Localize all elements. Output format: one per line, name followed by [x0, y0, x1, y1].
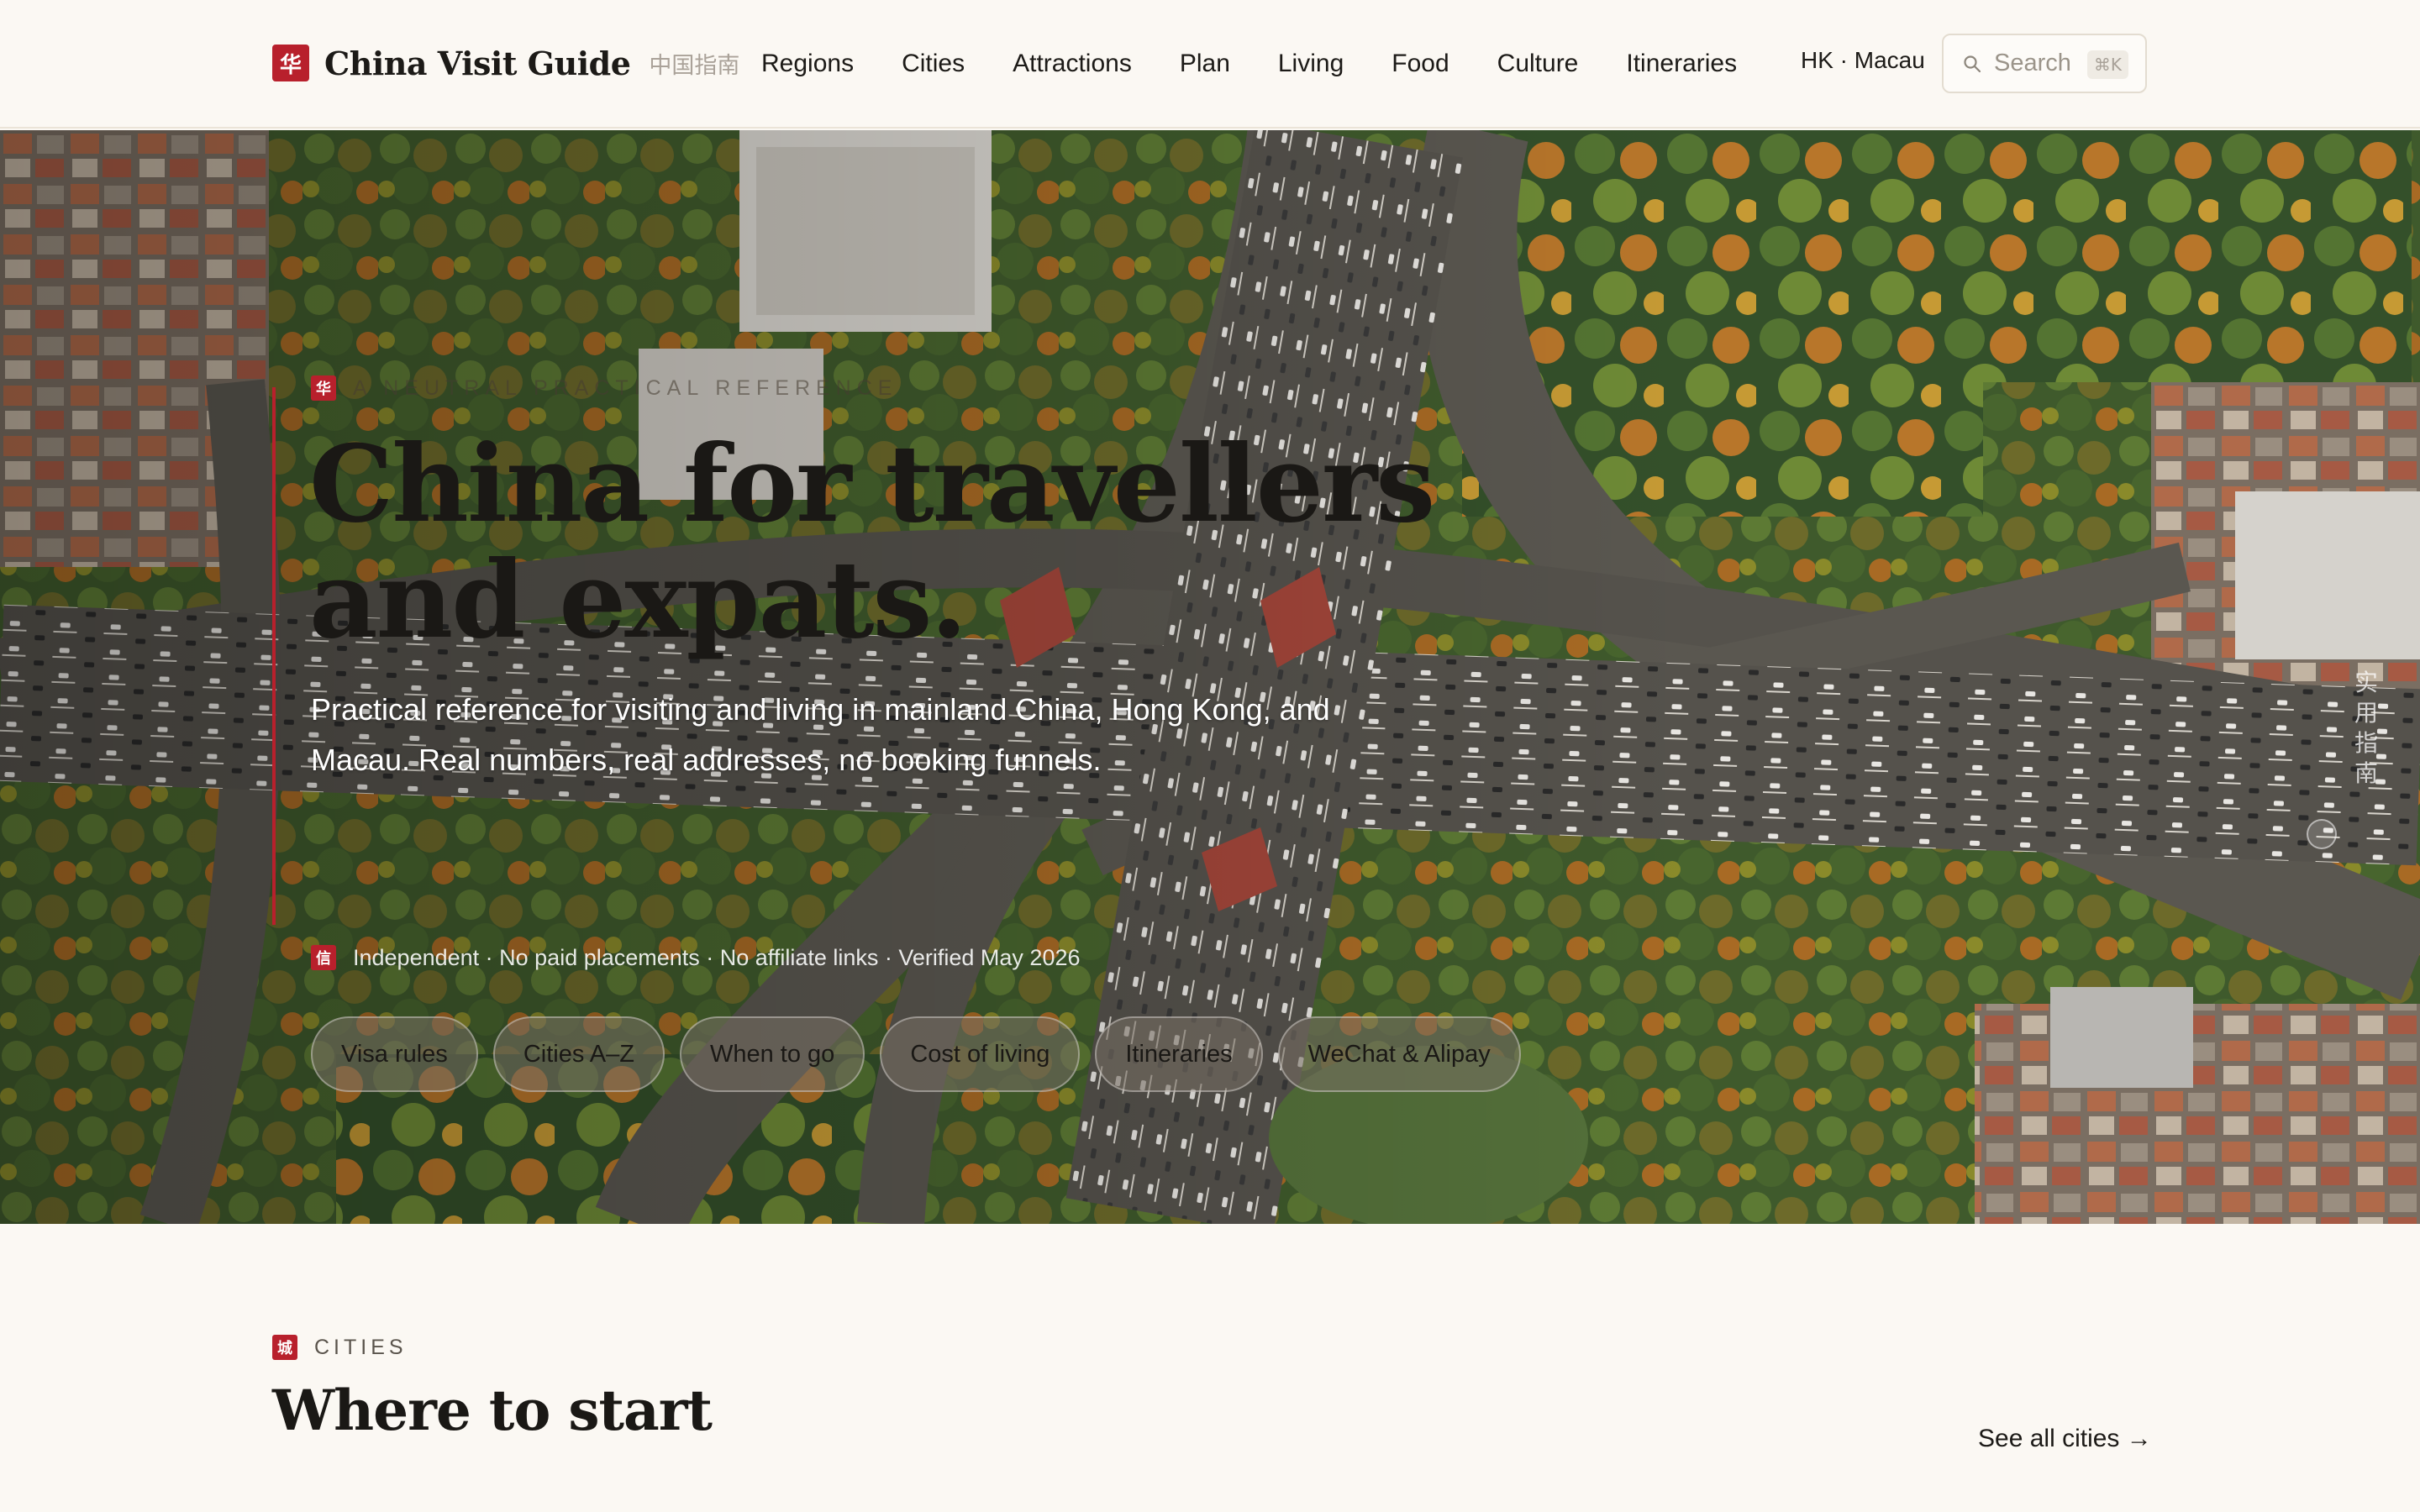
site-header: 华 China Visit Guide 中国指南 Regions Cities … [0, 0, 2420, 129]
main-nav: Regions Cities Attractions Plan Living F… [761, 45, 1737, 82]
search-icon [1964, 55, 1981, 72]
seal-icon: 华 [311, 375, 336, 401]
cities-eyebrow-text: CITIES [314, 1335, 408, 1359]
vertical-chinese-text: 实用指南 [2354, 669, 2378, 787]
hero-eyebrow-text: A NEUTRAL PRACTICAL REFERENCE [353, 375, 898, 400]
see-all-cities-link[interactable]: See all cities → [1978, 1425, 2152, 1453]
cities-seal-icon: 城 [272, 1335, 297, 1360]
quick-links: Visa rules Cities A–Z When to go Cost of… [311, 1016, 1536, 1092]
hero-subtitle: Practical reference for visiting and liv… [311, 692, 1330, 777]
chip-visa-rules[interactable]: Visa rules [311, 1016, 478, 1092]
chip-cost-of-living[interactable]: Cost of living [880, 1016, 1081, 1092]
chip-wechat-alipay[interactable]: WeChat & Alipay [1277, 1016, 1521, 1092]
brand-name[interactable]: China Visit Guide [324, 45, 631, 82]
cities-section-title: Where to start [272, 1378, 713, 1443]
brand-logo[interactable]: 华 China Visit Guide 中国指南 [272, 44, 739, 82]
brand-chinese-name: 中国指南 [649, 52, 740, 79]
search-input[interactable] [1994, 50, 2086, 77]
hero-section: 华 A NEUTRAL PRACTICAL REFERENCE China fo… [0, 130, 2420, 1224]
brand-seal-icon: 华 [272, 45, 309, 81]
trust-seal-icon: 信 [311, 945, 336, 970]
nav-living[interactable]: Living [1278, 50, 1344, 78]
hero-eyebrow: 华 A NEUTRAL PRACTICAL REFERENCE [311, 374, 897, 402]
nav-attractions[interactable]: Attractions [1013, 50, 1132, 78]
chip-cities-a-z[interactable]: Cities A–Z [492, 1016, 665, 1092]
nav-plan[interactable]: Plan [1180, 50, 1230, 78]
nav-food[interactable]: Food [1392, 50, 1449, 78]
nav-regions[interactable]: Regions [761, 50, 854, 78]
search-shortcut-badge: ⌘K [2086, 50, 2128, 79]
nav-itineraries[interactable]: Itineraries [1626, 50, 1737, 78]
chip-when-to-go[interactable]: When to go [679, 1016, 865, 1092]
hero-accent-rule [272, 387, 276, 925]
nav-cities[interactable]: Cities [902, 50, 965, 78]
trust-line: 信 Independent · No paid placements · No … [311, 942, 1081, 973]
cities-eyebrow: 城 CITIES [272, 1333, 408, 1362]
hero-side-dot-icon [2307, 819, 2337, 849]
nav-culture[interactable]: Culture [1497, 50, 1579, 78]
trust-text: Independent · No paid placements · No af… [353, 944, 1081, 970]
hero-title: China for travellers and expats. [309, 422, 1435, 662]
search-box[interactable]: ⌘K [1942, 34, 2147, 93]
hk-macau-link[interactable]: HK · Macau [1801, 47, 1925, 74]
chip-itineraries[interactable]: Itineraries [1095, 1016, 1263, 1092]
